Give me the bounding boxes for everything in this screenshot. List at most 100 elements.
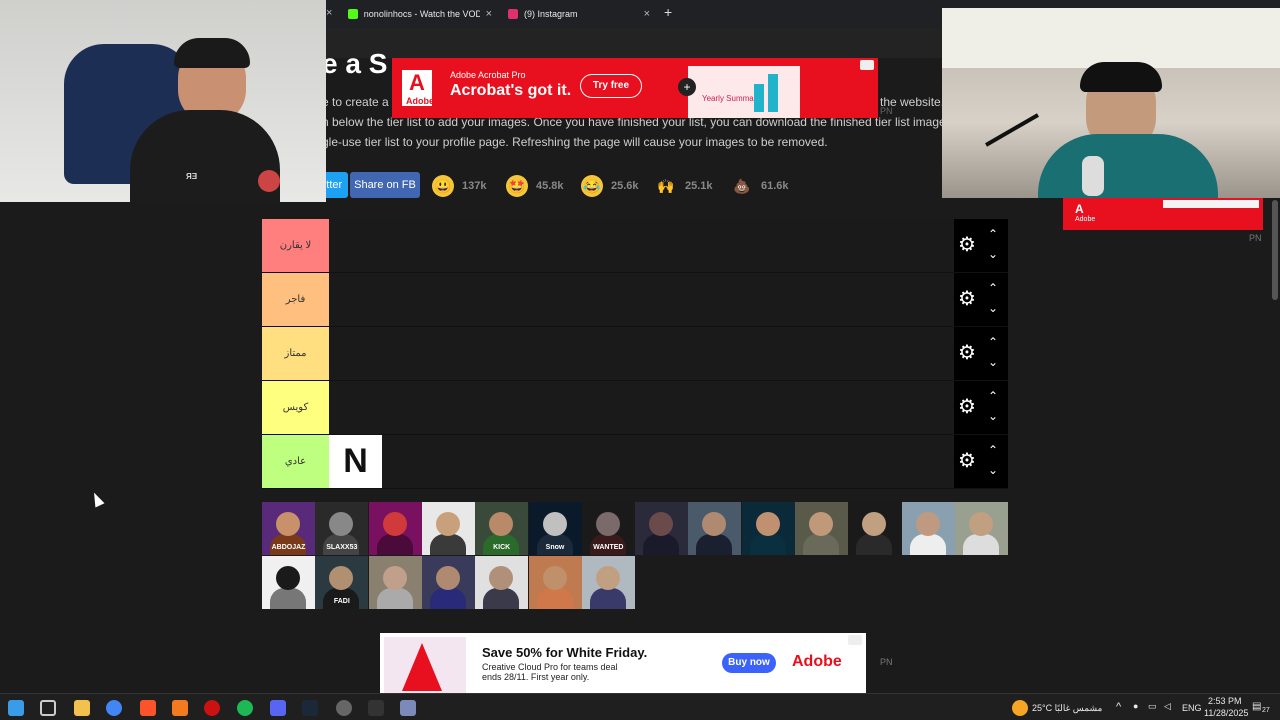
move-down-icon[interactable]: ⌄ (988, 409, 998, 423)
tier-label[interactable]: كويس (262, 381, 329, 434)
pool-image[interactable] (421, 556, 475, 609)
ad-info-icon[interactable] (860, 60, 874, 70)
avatar-caption: WANTED (593, 544, 624, 551)
close-tab-icon[interactable]: × (486, 8, 492, 20)
close-tab-icon[interactable]: × (326, 7, 332, 19)
move-down-icon[interactable]: ⌄ (988, 463, 998, 477)
chevron-up-icon[interactable]: ^ (1116, 701, 1121, 713)
move-down-icon[interactable]: ⌄ (988, 301, 998, 315)
adobe-logo-icon (402, 643, 442, 691)
app-icon[interactable] (400, 700, 416, 716)
ad-banner-acrobat[interactable]: A Adobe Adobe Acrobat Pro Acrobat's got … (392, 58, 878, 118)
move-up-icon[interactable]: ⌃ (988, 389, 998, 403)
move-up-icon[interactable]: ⌃ (988, 443, 998, 457)
avatar-face (276, 512, 300, 536)
gear-icon[interactable]: ⚙ (958, 343, 976, 363)
network-icon[interactable]: ▭ (1148, 701, 1157, 712)
reaction-raised-hands[interactable]: 🙌 25.1k (655, 172, 712, 200)
brave-icon[interactable] (140, 700, 156, 716)
close-tab-icon[interactable]: × (644, 8, 650, 20)
pool-image[interactable] (848, 502, 902, 555)
tier-item-image[interactable]: N (329, 435, 382, 488)
pool-image[interactable]: SLAXX53 (315, 502, 369, 555)
ad-buy-now-button[interactable]: Buy now (722, 653, 776, 673)
pool-image[interactable] (421, 502, 475, 555)
ad-product-preview: Yearly Summary (688, 66, 800, 118)
reaction-count: 25.6k (611, 180, 639, 192)
tier-label[interactable]: فاجر (262, 273, 329, 326)
tier-drop-zone[interactable] (329, 327, 954, 380)
windows-start-icon[interactable] (8, 700, 24, 716)
volume-icon[interactable]: ◁ (1164, 701, 1171, 712)
pool-image[interactable]: FADI (315, 556, 369, 609)
pool-image[interactable] (368, 502, 422, 555)
steam-icon[interactable] (302, 700, 318, 716)
pool-image[interactable] (475, 556, 529, 609)
pool-image[interactable]: ABDOJAZ (262, 502, 315, 555)
scrollbar-thumb[interactable] (1272, 200, 1278, 300)
tab-instagram[interactable]: (9) Instagram × (500, 2, 658, 26)
pool-image[interactable] (368, 556, 422, 609)
spotify-icon[interactable] (237, 700, 253, 716)
pool-image[interactable]: WANTED (581, 502, 635, 555)
reaction-star-struck[interactable]: 🤩 45.8k (506, 172, 564, 200)
clock-date[interactable]: 11/28/2025 (1204, 708, 1248, 718)
chrome-icon[interactable] (106, 700, 122, 716)
discord-icon[interactable] (270, 700, 286, 716)
tab-kick-vod[interactable]: nonolinhocs - Watch the VOD × (340, 2, 500, 26)
language-indicator[interactable]: ENG (1182, 703, 1202, 713)
weather-icon[interactable] (1012, 700, 1028, 716)
ad-banner-side[interactable]: A Adobe (1063, 198, 1263, 230)
move-down-icon[interactable]: ⌄ (988, 247, 998, 261)
pool-image[interactable] (688, 502, 742, 555)
pool-image[interactable] (581, 556, 635, 609)
tier-drop-zone[interactable] (329, 381, 954, 434)
pool-image[interactable] (901, 502, 955, 555)
pool-image[interactable] (262, 556, 315, 609)
pool-image[interactable] (635, 502, 689, 555)
move-up-icon[interactable]: ⌃ (988, 281, 998, 295)
new-tab-button[interactable]: + (664, 4, 672, 20)
pool-image[interactable]: Snow (528, 502, 582, 555)
share-facebook-button[interactable]: Share on FB (350, 172, 420, 198)
image-pool: ABDOJAZ SLAXX53 KICK Snow WANTED FADI (262, 502, 1008, 610)
gear-icon[interactable]: ⚙ (958, 451, 976, 471)
tier-drop-zone[interactable] (329, 219, 954, 272)
pool-image[interactable] (954, 502, 1008, 555)
move-down-icon[interactable]: ⌄ (988, 355, 998, 369)
tier-drop-zone[interactable] (329, 435, 954, 488)
gear-icon[interactable]: ⚙ (958, 289, 976, 309)
tier-row: لا يقارن ⚙ ⌃ ⌄ (262, 219, 1008, 273)
microphone-icon[interactable]: ● (1133, 701, 1138, 711)
ad-info-icon[interactable] (848, 635, 862, 645)
move-up-icon[interactable]: ⌃ (988, 335, 998, 349)
gear-icon[interactable]: ⚙ (958, 397, 976, 417)
obs-icon[interactable] (336, 700, 352, 716)
app-icon[interactable] (204, 700, 220, 716)
clock-time[interactable]: 2:53 PM (1208, 696, 1242, 706)
ad-banner-creative-cloud[interactable]: Save 50% for White Friday. Creative Clou… (380, 633, 866, 693)
ad-try-free-button[interactable]: Try free (580, 74, 642, 98)
reaction-grinning[interactable]: 😃 137k (432, 172, 486, 200)
tier-label[interactable]: لا يقارن (262, 219, 329, 272)
ad-pn-label: PN (1249, 233, 1262, 243)
tier-drop-zone[interactable] (329, 273, 954, 326)
reaction-joy[interactable]: 😂 25.6k (581, 172, 639, 200)
pool-image[interactable] (528, 556, 582, 609)
task-view-icon[interactable] (40, 700, 56, 716)
ad-pn-label: PN (880, 657, 893, 667)
app-icon[interactable] (172, 700, 188, 716)
pool-image[interactable] (795, 502, 848, 555)
gear-icon[interactable]: ⚙ (958, 235, 976, 255)
pool-image[interactable]: KICK (475, 502, 529, 555)
app-icon[interactable] (368, 700, 384, 716)
weather-text[interactable]: 25°C مشمس غالبًا (1032, 703, 1102, 714)
pool-image[interactable] (741, 502, 795, 555)
notification-icon[interactable]: ▤ (1252, 701, 1261, 712)
tier-label[interactable]: ممتاز (262, 327, 329, 380)
file-explorer-icon[interactable] (74, 700, 90, 716)
tier-label[interactable]: عادي (262, 435, 329, 488)
ad-body: ends 28/11. First year only. (482, 672, 590, 682)
move-up-icon[interactable]: ⌃ (988, 227, 998, 241)
reaction-poop[interactable]: 💩 61.6k (731, 172, 788, 200)
